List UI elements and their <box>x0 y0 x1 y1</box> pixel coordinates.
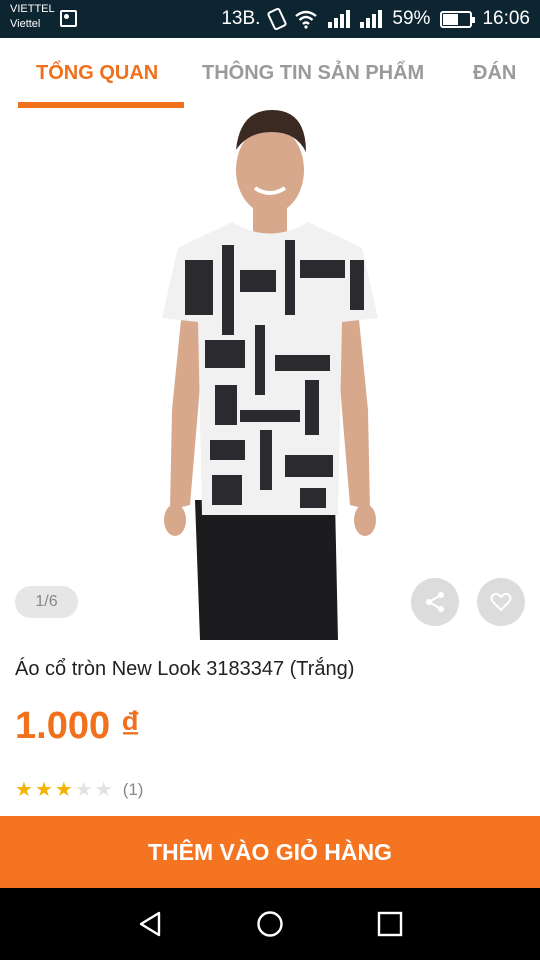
favorite-button[interactable] <box>477 578 525 626</box>
star-empty-icon: ★ <box>74 779 93 801</box>
product-photo <box>162 110 378 640</box>
recents-icon <box>377 911 403 937</box>
battery-percent: 59% <box>392 8 431 29</box>
image-icon <box>60 10 77 27</box>
tab-overview[interactable]: TỔNG QUAN <box>36 62 158 85</box>
battery-level <box>443 13 459 25</box>
status-bar: VIETTEL Viettel 13B. 59% 16:06 <box>0 0 540 38</box>
network-label: 13B. <box>221 8 261 29</box>
vibrate-icon <box>266 6 288 32</box>
star-filled-icon: ★ <box>15 779 33 801</box>
star-filled-icon: ★ <box>54 779 73 801</box>
home-icon <box>257 911 283 937</box>
recents-button[interactable] <box>374 908 406 940</box>
add-to-cart-button[interactable]: THÊM VÀO GIỎ HÀNG <box>0 816 540 888</box>
carrier-top: VIETTEL <box>10 3 55 15</box>
product-title: Áo cổ tròn New Look 3183347 (Trắng) <box>15 658 355 680</box>
battery-icon <box>440 10 476 28</box>
status-indicators: 13B. 59% 16:06 <box>221 6 530 32</box>
signal-icon <box>328 10 351 28</box>
star-empty-icon: ★ <box>94 779 113 801</box>
review-count[interactable]: (1) <box>123 780 144 800</box>
product-rating: ★ ★ ★ ★ ★ (1) <box>15 779 143 801</box>
heart-icon <box>490 592 512 612</box>
carrier-label: VIETTEL Viettel <box>10 2 55 32</box>
tab-bar: TỔNG QUAN THÔNG TIN SẢN PHẨM ĐÁN <box>0 38 540 110</box>
tab-reviews[interactable]: ĐÁN <box>473 62 516 85</box>
share-button[interactable] <box>411 578 459 626</box>
signal-icon <box>360 10 383 28</box>
product-price: 1.000 ₫ <box>15 705 141 747</box>
back-button[interactable] <box>134 908 166 940</box>
system-nav-bar <box>0 888 540 960</box>
image-counter: 1/6 <box>15 586 78 618</box>
home-button[interactable] <box>254 908 286 940</box>
carrier-bottom: Viettel <box>10 18 41 30</box>
share-icon <box>426 592 444 612</box>
active-tab-indicator <box>18 102 184 108</box>
back-icon <box>139 911 161 937</box>
tab-product-info[interactable]: THÔNG TIN SẢN PHẨM <box>202 62 424 85</box>
star-filled-icon: ★ <box>34 779 53 801</box>
wifi-icon <box>295 10 318 29</box>
product-image-carousel[interactable]: 1/6 <box>0 110 540 640</box>
clock: 16:06 <box>482 8 530 29</box>
